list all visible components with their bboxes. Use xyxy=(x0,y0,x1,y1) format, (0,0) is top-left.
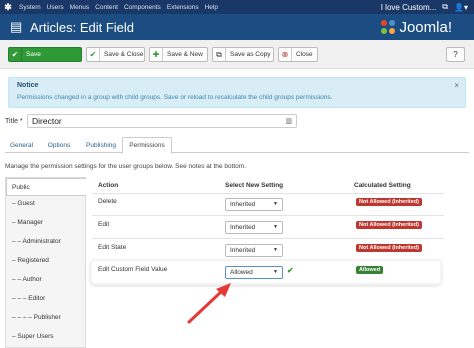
menu-components[interactable]: Components xyxy=(121,4,164,11)
select-value: Inherited xyxy=(230,201,256,208)
site-link[interactable]: I love Custom... xyxy=(381,3,437,12)
save-new-button[interactable]: ✚ Save & New xyxy=(149,47,208,62)
checkmark-icon: ✔ xyxy=(287,266,294,275)
menu-menus[interactable]: Menus xyxy=(67,4,93,11)
save-copy-button[interactable]: ⧉ Save as Copy xyxy=(212,47,274,62)
group-manager[interactable]: – Manager xyxy=(12,219,92,226)
group-super-users[interactable]: – Super Users xyxy=(12,333,92,340)
group-guest[interactable]: – Guest xyxy=(12,200,92,207)
divider xyxy=(92,238,444,239)
joomla-logo: Joomla! xyxy=(380,19,452,36)
select-value: Inherited xyxy=(230,224,256,231)
close-icon: ⊗ xyxy=(279,48,292,61)
save-new-label: Save & New xyxy=(167,51,203,58)
menu-content[interactable]: Content xyxy=(92,4,121,11)
save-label: Save xyxy=(26,51,41,58)
edit-custom-field-value-select[interactable]: Allowed ▼ xyxy=(225,266,283,279)
edit-setting-select[interactable]: Inherited ▼ xyxy=(225,221,283,234)
column-action: Action xyxy=(98,182,119,189)
status-badge: Not Allowed (Inherited) xyxy=(356,221,422,229)
divider xyxy=(92,193,444,194)
tab-permissions[interactable]: Permissions xyxy=(122,137,172,154)
action-edit-state: Edit State xyxy=(98,244,127,251)
menu-help[interactable]: Help xyxy=(202,4,221,11)
select-value: Allowed xyxy=(230,269,253,276)
notice-heading: Notice xyxy=(17,82,39,89)
joomla-icon[interactable]: ✱ xyxy=(0,0,16,14)
group-public[interactable]: Public xyxy=(6,178,86,196)
caret-down-icon: ▼ xyxy=(273,269,278,275)
page-title: Articles: Edit Field xyxy=(30,19,135,35)
column-select-new-setting: Select New Setting xyxy=(225,182,284,189)
status-badge: Allowed xyxy=(356,266,384,274)
group-registered[interactable]: – Registered xyxy=(12,257,92,264)
tab-options[interactable]: Options xyxy=(41,137,77,153)
caret-down-icon: ▼ xyxy=(273,247,278,253)
group-author[interactable]: – – Author xyxy=(12,276,92,283)
notice-alert: Notice Permissions changed in a group wi… xyxy=(8,77,466,108)
plus-icon: ✚ xyxy=(150,48,163,61)
article-icon: ▤ xyxy=(10,19,23,34)
title-value: Director xyxy=(32,116,62,126)
joomla-logo-icon xyxy=(381,20,396,34)
save-copy-label: Save as Copy xyxy=(230,51,271,58)
column-calculated-setting: Calculated Setting xyxy=(354,182,411,189)
action-edit: Edit xyxy=(98,221,110,228)
check-icon: ✔ xyxy=(87,48,100,61)
help-button[interactable]: ? xyxy=(446,47,465,62)
group-publisher[interactable]: – – – – Publisher xyxy=(12,314,92,321)
save-close-label: Save & Close xyxy=(104,51,144,58)
help-icon: ? xyxy=(453,50,458,59)
text-field-icon: ▥ xyxy=(285,118,292,125)
save-close-button[interactable]: ✔ Save & Close xyxy=(86,47,145,62)
delete-setting-select[interactable]: Inherited ▼ xyxy=(225,198,283,211)
copy-icon: ⧉ xyxy=(213,48,226,61)
divider xyxy=(92,215,444,216)
save-button[interactable]: ✔ Save xyxy=(8,47,82,62)
status-badge: Not Allowed (Inherited) xyxy=(356,198,422,206)
caret-down-icon: ▼ xyxy=(273,201,278,207)
menu-extensions[interactable]: Extensions xyxy=(164,4,202,11)
menu-system[interactable]: System xyxy=(16,4,44,11)
title-input[interactable]: Director ▥ xyxy=(27,114,297,128)
topbar-right: I love Custom... ⧉ 👤▾ xyxy=(381,2,474,12)
action-delete: Delete xyxy=(98,198,117,205)
arrow-annotation-icon xyxy=(187,283,231,324)
user-icon[interactable]: 👤▾ xyxy=(454,3,468,12)
main-menu: System Users Menus Content Components Ex… xyxy=(16,4,221,11)
save-icon: ✔ xyxy=(9,48,22,61)
toolbar: ✔ Save ✔ Save & Close ✚ Save & New ⧉ Sav… xyxy=(0,40,474,69)
close-button[interactable]: ⊗ Close xyxy=(278,47,318,62)
select-value: Inherited xyxy=(230,247,256,254)
page-header: ▤ Articles: Edit Field Joomla! xyxy=(0,14,474,40)
title-label: Title * xyxy=(5,118,23,125)
status-badge: Not Allowed (Inherited) xyxy=(356,244,422,252)
tab-general[interactable]: General xyxy=(5,137,38,153)
external-link-icon[interactable]: ⧉ xyxy=(442,2,448,12)
action-edit-custom-field-value: Edit Custom Field Value xyxy=(98,266,168,273)
close-alert-icon[interactable]: × xyxy=(454,81,459,90)
edit-tabs: General Options Publishing Permissions xyxy=(5,137,469,154)
group-list: Public – Guest – Manager – – Administrat… xyxy=(5,177,86,348)
caret-down-icon: ▼ xyxy=(273,224,278,230)
edit-state-setting-select[interactable]: Inherited ▼ xyxy=(225,244,283,257)
admin-menu-bar: ✱ System Users Menus Content Components … xyxy=(0,0,474,14)
group-editor[interactable]: – – – Editor xyxy=(12,295,92,302)
group-administrator[interactable]: – – Administrator xyxy=(12,238,92,245)
notice-message: Permissions changed in a group with chil… xyxy=(17,94,333,101)
tab-publishing[interactable]: Publishing xyxy=(79,137,123,153)
permissions-intro: Manage the permission settings for the u… xyxy=(5,163,247,170)
close-label: Close xyxy=(296,51,313,58)
menu-users[interactable]: Users xyxy=(44,4,67,11)
brand-text: Joomla! xyxy=(399,18,452,36)
